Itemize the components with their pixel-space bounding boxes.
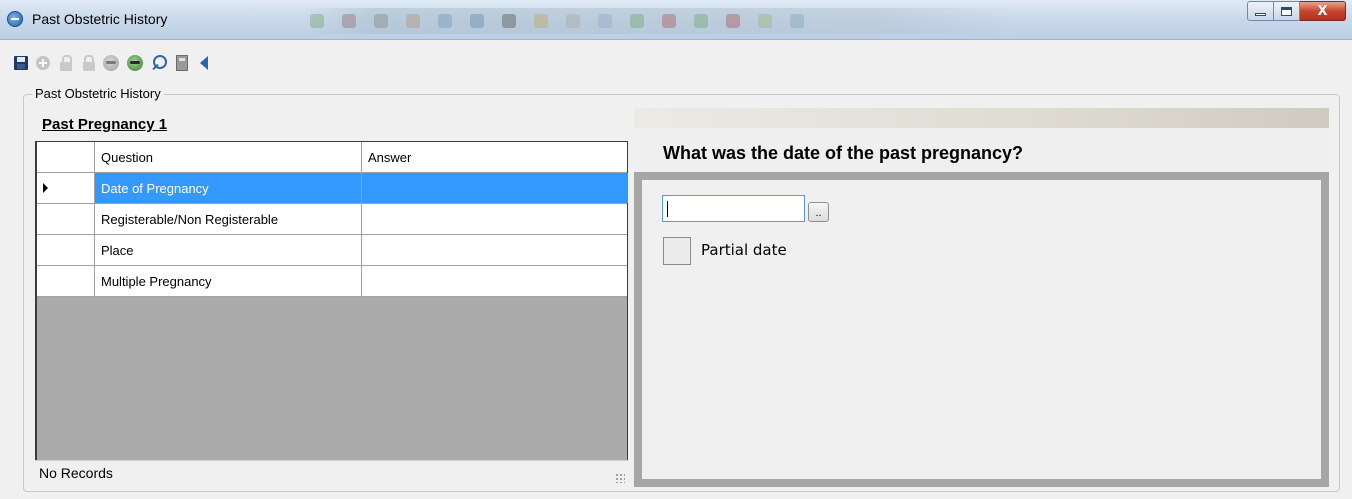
question-cell[interactable]: Date of Pregnancy — [95, 173, 362, 203]
add-icon — [36, 56, 50, 70]
close-icon: X — [1317, 3, 1328, 19]
row-selector[interactable] — [37, 235, 95, 265]
group-legend: Past Obstetric History — [32, 86, 164, 101]
row-selector[interactable] — [37, 266, 95, 296]
answer-cell[interactable] — [362, 204, 628, 234]
maximize-icon — [1281, 6, 1292, 16]
pregnancy-title: Past Pregnancy 1 — [42, 116, 168, 133]
current-row-arrow-icon — [43, 183, 48, 193]
close-button[interactable]: X — [1300, 1, 1346, 21]
clear-all-icon — [127, 55, 143, 71]
questions-grid: Question Answer Date of Pregnancy Regist… — [35, 141, 628, 461]
header-answer[interactable]: Answer — [362, 142, 628, 172]
minimize-button[interactable] — [1247, 1, 1274, 21]
resize-grip-icon[interactable] — [615, 473, 625, 483]
back-arrow-icon — [200, 56, 208, 70]
row-selector[interactable] — [37, 204, 95, 234]
partial-date-checkbox[interactable] — [663, 237, 691, 265]
answer-cell[interactable] — [362, 266, 628, 296]
header-selector — [37, 142, 95, 172]
row-selector[interactable] — [37, 173, 95, 203]
question-banner — [634, 108, 1329, 128]
back-button[interactable] — [195, 54, 213, 72]
clear-button[interactable] — [102, 54, 120, 72]
date-picker-button[interactable]: .. — [808, 202, 829, 222]
save-button[interactable] — [12, 54, 30, 72]
question-cell[interactable]: Multiple Pregnancy — [95, 266, 362, 296]
answer-cell[interactable] — [362, 173, 628, 203]
toolbar — [0, 40, 1352, 84]
save-icon — [14, 56, 28, 70]
search-icon — [150, 54, 168, 72]
status-bar: No Records — [35, 460, 628, 486]
date-input[interactable] — [662, 195, 805, 222]
table-row[interactable]: Date of Pregnancy — [37, 173, 628, 204]
calculator-icon — [176, 55, 188, 71]
calculator-button[interactable] — [173, 54, 191, 72]
window-title: Past Obstetric History — [32, 11, 168, 27]
header-question[interactable]: Question — [95, 142, 362, 172]
clear-icon — [103, 55, 119, 71]
question-header: What was the date of the past pregnancy? — [634, 128, 1329, 172]
answer-cell[interactable] — [362, 235, 628, 265]
question-answer-panel: .. Partial date — [634, 172, 1329, 487]
question-cell[interactable]: Registerable/Non Registerable — [95, 204, 362, 234]
window-controls: X — [1247, 1, 1346, 21]
add-button[interactable] — [34, 54, 52, 72]
lock-icon — [83, 54, 95, 71]
question-cell[interactable]: Place — [95, 235, 362, 265]
question-text: What was the date of the past pregnancy? — [663, 143, 1024, 163]
text-caret — [667, 201, 668, 217]
table-row[interactable]: Place — [37, 235, 627, 266]
table-row[interactable]: Multiple Pregnancy — [37, 266, 627, 297]
clear-all-button[interactable] — [126, 54, 144, 72]
maximize-button[interactable] — [1274, 1, 1300, 21]
unlock-button[interactable] — [57, 54, 75, 72]
lock-button[interactable] — [80, 54, 98, 72]
find-button[interactable] — [150, 54, 168, 72]
table-row[interactable]: Registerable/Non Registerable — [37, 204, 627, 235]
grid-header: Question Answer — [37, 142, 627, 173]
minimize-icon — [1255, 12, 1266, 16]
app-icon — [7, 11, 23, 27]
title-bar: Past Obstetric History X — [0, 0, 1352, 40]
unlock-icon — [60, 54, 72, 71]
background-toolbar-reflection — [300, 8, 1020, 34]
status-text: No Records — [39, 465, 113, 481]
partial-date-label[interactable]: Partial date — [701, 241, 787, 259]
